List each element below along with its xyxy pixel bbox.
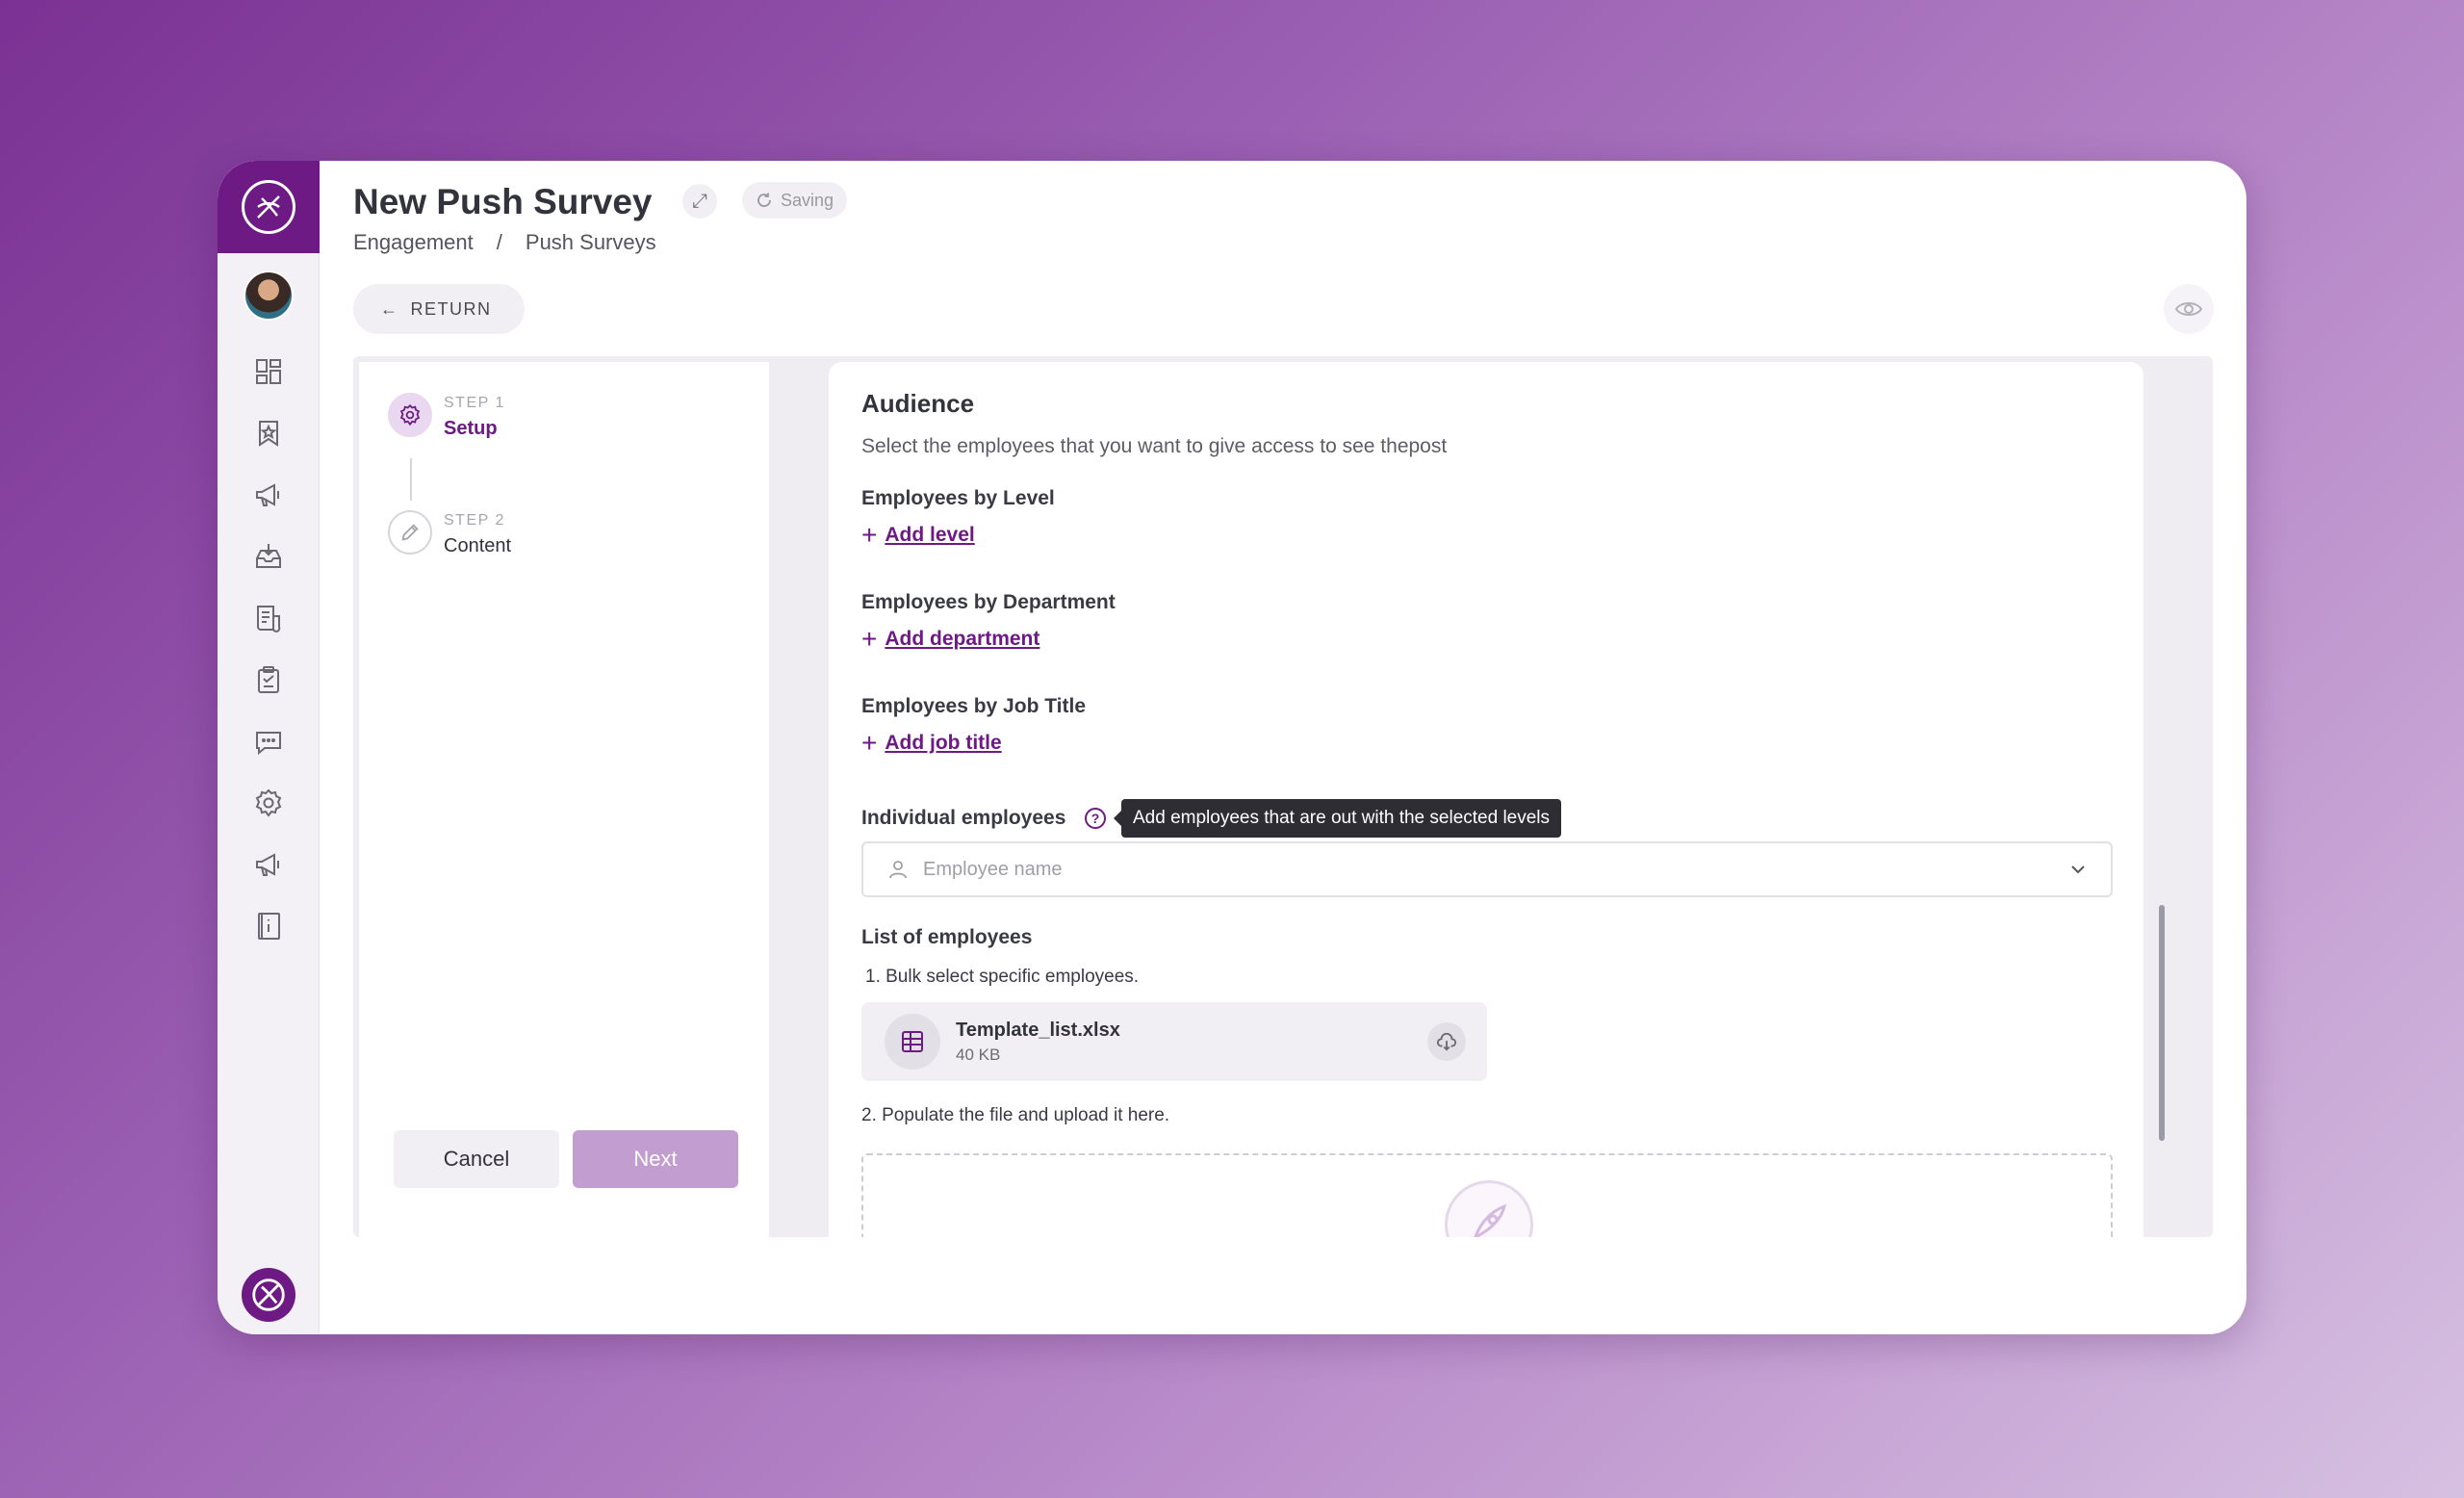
chat-icon[interactable] (252, 725, 285, 758)
arrow-left-icon: ← (380, 298, 399, 319)
add-level-link[interactable]: + Add level (861, 522, 975, 549)
step-label: Setup (444, 418, 498, 439)
section-title: Audience (861, 389, 975, 418)
return-button[interactable]: ← RETURN (353, 284, 525, 334)
breadcrumb-push-surveys[interactable]: Push Surveys (526, 230, 656, 255)
step-setup-indicator (388, 393, 432, 437)
employee-select[interactable]: Employee name (861, 841, 2113, 897)
file-name: Template_list.xlsx (956, 1019, 1120, 1041)
breadcrumb-engagement[interactable]: Engagement (353, 230, 474, 255)
employee-select-placeholder: Employee name (923, 858, 1063, 880)
employees-by-department-label: Employees by Department (861, 591, 1116, 613)
step-connector (410, 458, 412, 501)
tooltip: Add employees that are out with the sele… (1113, 799, 1562, 838)
section-subtitle: Select the employees that you want to gi… (861, 435, 1448, 457)
user-avatar[interactable] (244, 271, 294, 321)
expand-button[interactable]: ⤢ (682, 184, 717, 219)
logo-icon (242, 180, 295, 234)
info-book-icon[interactable] (252, 910, 285, 943)
cancel-button[interactable]: Cancel (394, 1130, 559, 1188)
rocket-icon (1445, 1180, 1533, 1237)
dashboard-icon[interactable] (252, 355, 285, 388)
employees-by-job-title-label: Employees by Job Title (861, 695, 1087, 717)
employees-by-level-label: Employees by Level (861, 487, 1055, 509)
plus-icon: + (861, 624, 878, 654)
step-number: STEP 2 (444, 512, 505, 529)
add-department-link[interactable]: + Add department (861, 626, 1040, 653)
step-content[interactable]: STEP 2 Content (388, 510, 511, 557)
file-size: 40 KB (956, 1045, 1001, 1064)
refresh-icon (757, 193, 771, 207)
list-step-2: 2. Populate the file and upload it here. (861, 1105, 1170, 1125)
individual-employees-label: Individual employees (861, 807, 1066, 829)
step-number: STEP 1 (444, 395, 505, 411)
add-level-text: Add level (885, 524, 975, 546)
audience-form: Audience Select the employees that you w… (829, 362, 2143, 1237)
plus-icon: + (861, 520, 878, 550)
preview-button[interactable] (2164, 284, 2214, 334)
step-setup[interactable]: STEP 1 Setup (388, 393, 505, 440)
page-title: New Push Survey (353, 182, 653, 221)
brand-logo[interactable] (218, 161, 320, 253)
clipboard-check-icon[interactable] (252, 663, 285, 696)
step-label: Content (444, 535, 512, 556)
scrollbar-thumb[interactable] (2159, 905, 2165, 1141)
help-center-logo[interactable] (242, 1268, 295, 1322)
megaphone-icon[interactable] (252, 478, 285, 511)
add-department-text: Add department (885, 628, 1040, 650)
template-file-card: Template_list.xlsx 40 KB (861, 1002, 1487, 1081)
chevron-down-icon (2071, 865, 2085, 874)
content-area: STEP 1 Setup STEP 2 Content Cancel Next … (353, 356, 2213, 1237)
plus-icon: + (861, 728, 878, 758)
app-window: New Push Survey ⤢ Saving Engagement / Pu… (218, 161, 2246, 1334)
download-button[interactable] (1427, 1022, 1466, 1061)
steps-panel: STEP 1 Setup STEP 2 Content Cancel Next (359, 362, 769, 1237)
pencil-icon (401, 524, 419, 541)
help-icon[interactable]: ? (1085, 808, 1106, 829)
file-upload-dropzone[interactable] (861, 1153, 2113, 1237)
cloud-download-icon (1436, 1032, 1457, 1051)
step-content-indicator (388, 510, 432, 555)
expand-icon: ⤢ (692, 190, 707, 212)
announcement-icon[interactable] (252, 848, 285, 881)
saving-status-text: Saving (781, 190, 834, 210)
bookmark-star-icon[interactable] (252, 417, 285, 450)
eye-icon (2174, 302, 2203, 316)
sidebar-rail (218, 161, 320, 1334)
settings-icon[interactable] (252, 787, 285, 819)
person-icon (889, 861, 907, 879)
newsletter-icon[interactable] (252, 602, 285, 634)
list-step-1: 1. Bulk select specific employees. (865, 967, 1140, 987)
inbox-download-icon[interactable] (252, 540, 285, 573)
next-button[interactable]: Next (573, 1130, 738, 1188)
add-job-title-text: Add job title (885, 732, 1002, 754)
list-of-employees-label: List of employees (861, 926, 1033, 948)
scrollbar[interactable] (2157, 356, 2167, 1231)
spreadsheet-icon (885, 1014, 940, 1070)
breadcrumb-separator: / (496, 230, 502, 254)
breadcrumb: Engagement / Push Surveys (353, 230, 656, 255)
saving-status-badge: Saving (742, 182, 848, 219)
add-job-title-link[interactable]: + Add job title (861, 730, 1002, 757)
gear-icon (399, 403, 421, 426)
return-label: RETURN (410, 298, 492, 319)
